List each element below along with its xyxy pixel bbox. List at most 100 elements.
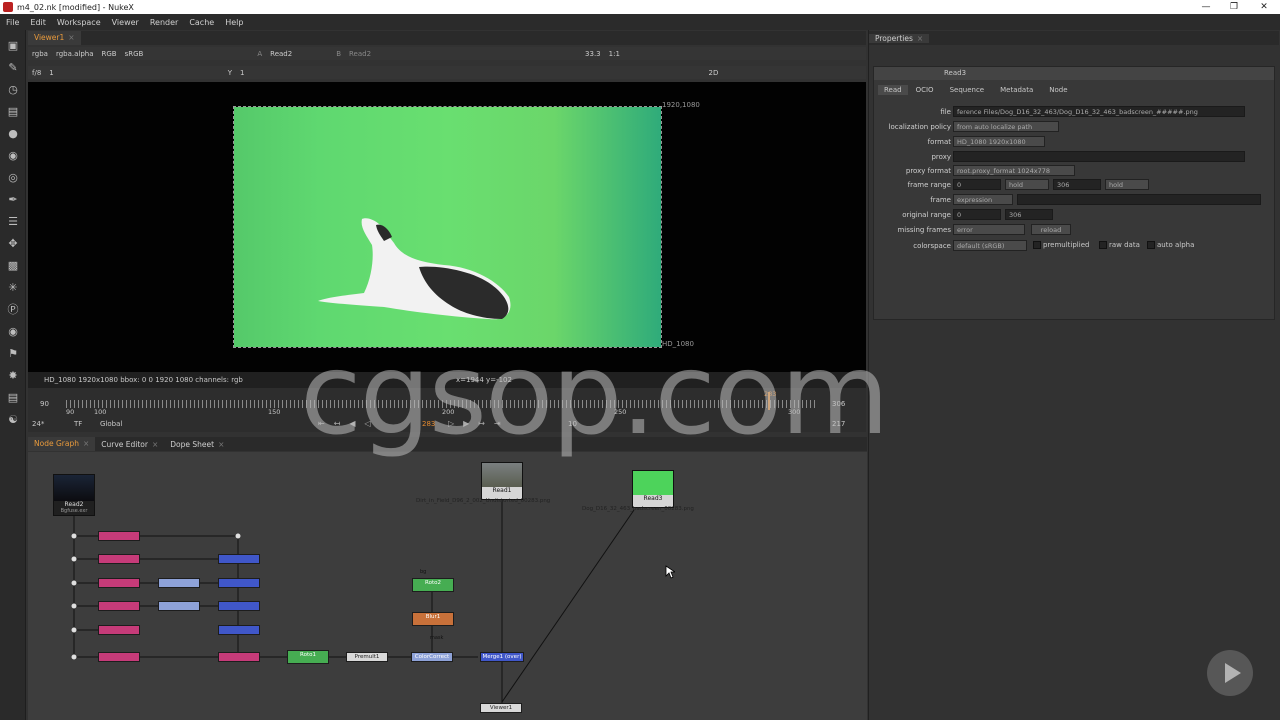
- frame-range-end[interactable]: 306: [1053, 179, 1101, 190]
- merge-node[interactable]: [218, 554, 260, 564]
- pink-node[interactable]: [98, 554, 140, 564]
- viewer1-node[interactable]: Viewer1: [480, 703, 522, 713]
- roto2-node[interactable]: Roto2: [412, 578, 454, 592]
- frame-field[interactable]: 283: [422, 420, 435, 428]
- close-icon[interactable]: ✕: [1250, 0, 1278, 14]
- node-name-field[interactable]: Read3: [944, 69, 966, 77]
- timeline[interactable]: 90 283 90 100 150 200 250 300 306 24* TF…: [28, 388, 866, 432]
- color-icon[interactable]: ●: [6, 128, 20, 140]
- tab-close-icon[interactable]: ×: [83, 439, 89, 448]
- tab-sequence[interactable]: Sequence: [942, 85, 993, 95]
- premult-node[interactable]: Premult1: [346, 652, 388, 662]
- views-icon[interactable]: ◉: [6, 326, 20, 338]
- menu-file[interactable]: File: [6, 18, 19, 27]
- tab-close-icon[interactable]: ×: [68, 33, 74, 42]
- b-input-select[interactable]: Read2: [349, 50, 371, 58]
- menu-help[interactable]: Help: [225, 18, 243, 27]
- roto1-node[interactable]: Roto1: [287, 650, 329, 664]
- tab-viewer1[interactable]: Viewer1 ×: [28, 31, 81, 45]
- pink-node[interactable]: [98, 652, 140, 662]
- proxy-format-select[interactable]: root.proxy_format 1024x778: [953, 165, 1075, 176]
- tab-close-icon[interactable]: ×: [218, 440, 224, 449]
- menu-edit[interactable]: Edit: [30, 18, 46, 27]
- merge-icon[interactable]: ☰: [6, 216, 20, 228]
- filter-icon[interactable]: ◎: [6, 172, 20, 184]
- play-icon[interactable]: [1207, 650, 1253, 696]
- tab-ocio[interactable]: OCIO: [908, 85, 942, 95]
- pink-node[interactable]: [218, 652, 260, 662]
- merge-node[interactable]: [218, 625, 260, 635]
- range-scope-select[interactable]: Global: [100, 420, 122, 428]
- help-icon[interactable]: ☯: [6, 414, 20, 426]
- reload-button[interactable]: reload: [1031, 224, 1071, 235]
- file-field[interactable]: ference Files/Dog_D16_32_463/Dog_D16_32_…: [953, 106, 1245, 117]
- fps-select[interactable]: 24*: [32, 420, 44, 428]
- step-field[interactable]: 10: [568, 420, 577, 428]
- viewer-icon[interactable]: ▣: [6, 40, 20, 52]
- tab-close-icon[interactable]: ×: [917, 34, 923, 43]
- clock-icon[interactable]: ◷: [6, 84, 20, 96]
- fstop-label[interactable]: f/8: [32, 69, 41, 77]
- tab-read[interactable]: Read: [878, 85, 908, 95]
- timeline-end[interactable]: 306: [832, 400, 845, 408]
- pink-node[interactable]: [98, 625, 140, 635]
- zoom-select[interactable]: 33.3: [585, 50, 601, 58]
- metadata-icon[interactable]: ⚑: [6, 348, 20, 360]
- ratio-select[interactable]: 1:1: [609, 50, 620, 58]
- pink-node[interactable]: [98, 578, 140, 588]
- view-mode-select[interactable]: 2D: [709, 69, 719, 77]
- transform-icon[interactable]: ✥: [6, 238, 20, 250]
- playback-controls-forward[interactable]: ▷▶↦⇥: [448, 419, 510, 428]
- 3d-icon[interactable]: ▩: [6, 260, 20, 272]
- frame-range-start[interactable]: 0: [953, 179, 1001, 190]
- toolsets-icon[interactable]: ✸: [6, 370, 20, 382]
- proxy-field[interactable]: [953, 151, 1245, 162]
- frame-after-select[interactable]: hold: [1105, 179, 1149, 190]
- tab-metadata[interactable]: Metadata: [992, 85, 1041, 95]
- colorcorrect-node[interactable]: [158, 578, 200, 588]
- alpha-select[interactable]: rgba.alpha: [56, 50, 94, 58]
- channel-icon[interactable]: ▤: [6, 106, 20, 118]
- display-select[interactable]: RGB: [102, 50, 117, 58]
- draw-icon[interactable]: ✒: [6, 194, 20, 206]
- menu-cache[interactable]: Cache: [189, 18, 214, 27]
- premultiplied-checkbox[interactable]: [1033, 241, 1041, 249]
- blur1-node[interactable]: Blur1: [412, 612, 454, 626]
- missing-frames-select[interactable]: error: [953, 224, 1025, 235]
- merge-node[interactable]: [218, 578, 260, 588]
- auto-alpha-checkbox[interactable]: [1147, 241, 1155, 249]
- tab-curve-editor[interactable]: Curve Editor ×: [95, 440, 164, 449]
- minimize-icon[interactable]: —: [1192, 0, 1220, 14]
- frame-expression-field[interactable]: [1017, 194, 1261, 205]
- tab-properties[interactable]: Properties ×: [869, 33, 930, 43]
- tab-node[interactable]: Node: [1041, 85, 1075, 95]
- frame-before-select[interactable]: hold: [1005, 179, 1049, 190]
- out-frame[interactable]: 217: [832, 420, 845, 428]
- frame-ticks[interactable]: [66, 400, 816, 408]
- raw-data-checkbox[interactable]: [1099, 241, 1107, 249]
- original-range-start[interactable]: 0: [953, 209, 1001, 220]
- keyer-icon[interactable]: ◉: [6, 150, 20, 162]
- lut-select[interactable]: sRGB: [125, 50, 144, 58]
- pink-node[interactable]: [98, 531, 140, 541]
- read3-node[interactable]: Read3: [632, 470, 674, 508]
- other-icon[interactable]: ▤: [6, 392, 20, 404]
- colorcorrect-main-node[interactable]: ColorCorrect: [411, 652, 453, 662]
- pink-node[interactable]: [98, 601, 140, 611]
- gain-value[interactable]: 1: [49, 69, 53, 77]
- merge-node[interactable]: [218, 601, 260, 611]
- read1-node[interactable]: Read1: [481, 462, 523, 500]
- maximize-icon[interactable]: ❐: [1220, 0, 1248, 14]
- gamma-value[interactable]: 1: [240, 69, 244, 77]
- tab-node-graph[interactable]: Node Graph ×: [28, 437, 96, 451]
- tab-close-icon[interactable]: ×: [152, 440, 158, 449]
- tf-select[interactable]: TF: [74, 420, 82, 428]
- frame-mode-select[interactable]: expression: [953, 194, 1013, 205]
- timeline-start[interactable]: 90: [40, 400, 49, 408]
- menu-workspace[interactable]: Workspace: [57, 18, 101, 27]
- menu-viewer[interactable]: Viewer: [112, 18, 139, 27]
- playback-controls[interactable]: ⇤↤◀◁: [318, 419, 380, 428]
- format-select[interactable]: HD_1080 1920x1080: [953, 136, 1045, 147]
- channels-select[interactable]: rgba: [32, 50, 48, 58]
- tab-dope-sheet[interactable]: Dope Sheet ×: [164, 440, 230, 449]
